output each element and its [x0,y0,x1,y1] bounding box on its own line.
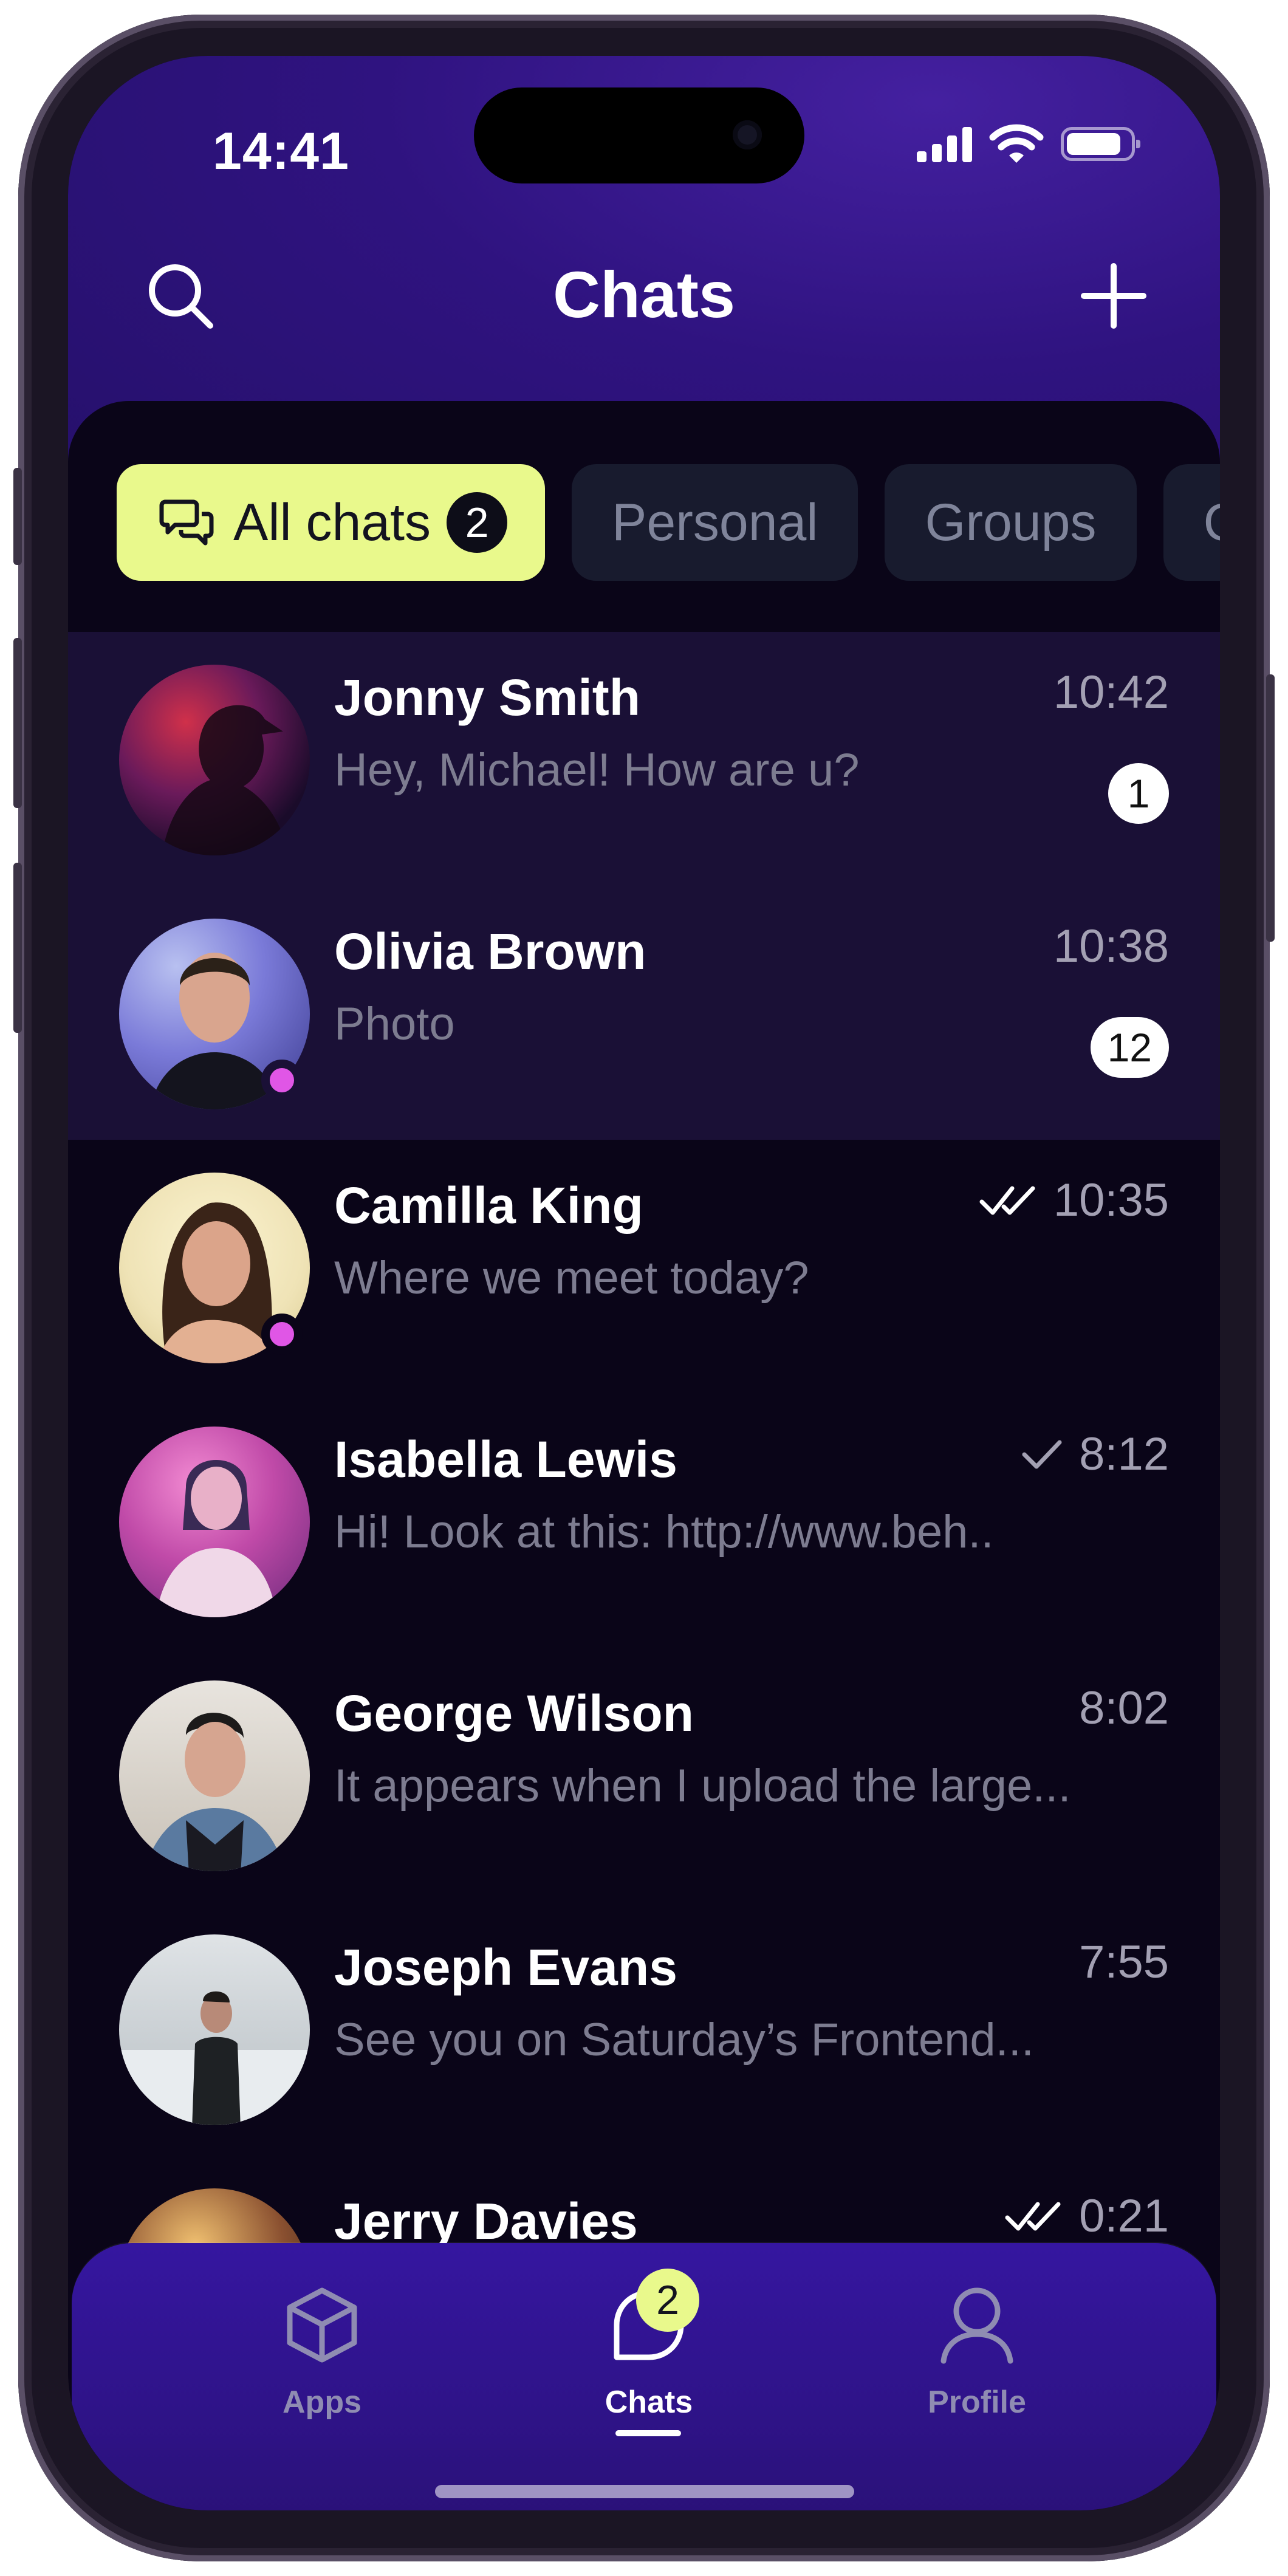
chat-name: Joseph Evans [334,1939,677,1996]
avatar [119,1680,310,1871]
chat-time-wrap: 8:02 [1079,1682,1169,1735]
chat-time: 10:42 [1053,666,1169,718]
status-icons [917,124,1140,164]
filter-personal[interactable]: Personal [572,464,858,581]
chat-time-wrap: 10:38 [1053,920,1169,973]
double-check-icon [979,1186,1035,1214]
wifi-icon [989,124,1044,163]
filter-more-label: C [1204,493,1221,553]
tab-chats-label: Chats [605,2385,693,2420]
tab-profile-label: Profile [928,2385,1026,2420]
chat-preview: See you on Saturday’s Frontend... [334,2014,1034,2066]
filter-all-chats-label: All chats [233,493,431,552]
chat-name: Jerry Davies [334,2193,638,2250]
avatar-silhouette [156,1460,277,1617]
chat-row-isabella-lewis[interactable]: Isabella Lewis Hi! Look at this: http://… [68,1394,1220,1648]
avatar-silhouette [119,1991,310,2125]
unread-badge: 12 [1090,1017,1169,1078]
status-time: 14:41 [213,122,349,180]
check-icon [1022,1440,1062,1468]
chat-name: Isabella Lewis [334,1431,677,1488]
home-indicator[interactable] [435,2485,854,2498]
active-tab-indicator [615,2430,681,2436]
filter-all-chats[interactable]: All chats 2 [117,464,546,581]
chat-time-wrap: 7:55 [1079,1936,1169,1989]
cube-icon [276,2280,368,2371]
avatar [119,1934,310,2125]
phone-power-button [1266,674,1275,942]
double-check-icon [1005,2202,1061,2230]
chat-time: 7:55 [1079,1936,1169,1988]
unread-badge: 1 [1108,763,1169,824]
new-chat-button[interactable] [1074,256,1153,335]
chat-time-wrap: 8:12 [1021,1428,1169,1481]
chat-name: George Wilson [334,1685,694,1742]
battery-icon [1061,127,1140,161]
chat-list: Jonny Smith Hey, Michael! How are u? 10:… [68,632,1220,2410]
chats-icon [159,499,214,546]
filter-chips: All chats 2 Personal Groups C [117,464,1220,581]
filter-groups[interactable]: Groups [885,464,1137,581]
tab-chats-badge: 2 [636,2269,699,2332]
tab-apps-label: Apps [283,2385,361,2420]
chat-row-camilla-king[interactable]: Camilla King Where we meet today? 10:35 [68,1140,1220,1394]
chat-time: 10:38 [1053,920,1169,972]
chat-name: Jonny Smith [334,669,641,726]
camera-icon [733,120,762,149]
tab-profile[interactable]: Profile [880,2280,1074,2420]
dynamic-island [474,87,804,183]
chat-time: 8:12 [1079,1428,1169,1480]
chat-preview: Hey, Michael! How are u? [334,744,860,796]
chat-preview: Where we meet today? [334,1252,809,1304]
chat-preview: It appears when I upload the large... [334,1760,1071,1812]
chat-time-wrap: 10:42 [1053,666,1169,719]
chat-preview: Photo [334,998,455,1050]
chat-preview: Hi! Look at this: http://www.beh.. [334,1506,994,1558]
chat-time: 8:02 [1079,1682,1169,1734]
filter-personal-label: Personal [612,493,818,552]
app-screen: 14:41 Chats All chats 2 Personal Groups … [68,56,1220,2510]
phone-action-button [13,468,22,565]
filter-more[interactable]: C [1163,464,1221,581]
chat-time: 0:21 [1079,2190,1169,2242]
online-indicator [261,1060,303,1101]
chat-row-jonny-smith[interactable]: Jonny Smith Hey, Michael! How are u? 10:… [68,632,1220,886]
chat-row-olivia-brown[interactable]: Olivia Brown Photo 10:38 12 [68,886,1220,1140]
chat-time: 10:35 [1053,1174,1169,1226]
chat-row-joseph-evans[interactable]: Joseph Evans See you on Saturday’s Front… [68,1902,1220,2156]
chat-time-wrap: 10:35 [979,1174,1169,1227]
person-icon [931,2280,1023,2371]
filter-all-chats-badge: 2 [447,492,508,553]
plus-icon [1081,263,1146,329]
chat-bubble-icon: 2 [603,2269,699,2371]
tab-apps[interactable]: Apps [225,2280,419,2420]
avatar-silhouette [162,705,289,855]
chat-row-george-wilson[interactable]: George Wilson It appears when I upload t… [68,1648,1220,1902]
tab-bar: Apps 2 Chats Profile [72,2243,1216,2510]
avatar-silhouette [144,1713,286,1871]
signal-icon [917,126,972,162]
page-title: Chats [552,258,736,331]
phone-volume-up [13,638,22,808]
chat-name: Camilla King [334,1177,643,1234]
avatar [119,665,310,855]
tab-chats[interactable]: 2 Chats [552,2269,746,2420]
filter-groups-label: Groups [925,493,1097,552]
chat-name: Olivia Brown [334,923,646,980]
chat-time-wrap: 0:21 [1005,2190,1169,2242]
phone-volume-down [13,863,22,1033]
avatar [119,1427,310,1617]
online-indicator [261,1314,303,1355]
